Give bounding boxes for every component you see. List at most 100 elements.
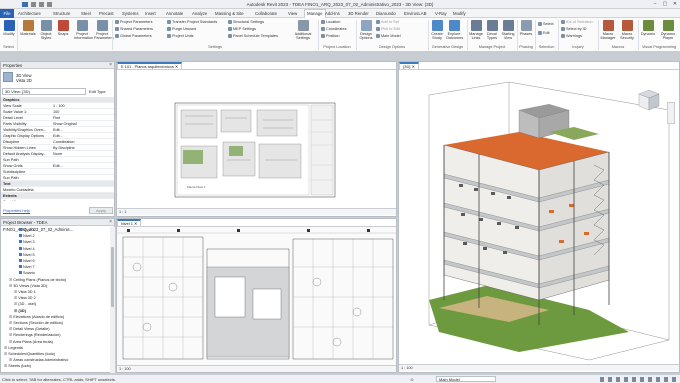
building-3d-model[interactable] bbox=[399, 70, 679, 365]
close-icon[interactable]: ✕ bbox=[672, 1, 678, 7]
browser-tree-item[interactable]: ⊞ 3D Views (Vista 3D) bbox=[9, 283, 47, 289]
browser-tree-item[interactable]: Nivel 2 bbox=[19, 233, 35, 239]
browser-tree-item[interactable]: ⊞ Ceiling Plans (Planos de techo) bbox=[9, 277, 66, 283]
tab-modify[interactable]: Modify bbox=[453, 11, 466, 16]
tab-steel[interactable]: Steel bbox=[81, 11, 91, 16]
tab-architecture[interactable]: Architecture bbox=[18, 11, 41, 16]
project-parameters-button[interactable]: Project Parameters bbox=[94, 20, 114, 40]
tab-analyze[interactable]: Analyze bbox=[192, 11, 207, 16]
project-information-button[interactable]: Project Information bbox=[74, 20, 93, 40]
browser-tree-item[interactable]: Nivel 4 bbox=[19, 246, 35, 252]
tab-systems[interactable]: Systems bbox=[122, 11, 138, 16]
tab-sheet-view[interactable]: E 101 - Planos arquitectónicos ✕ bbox=[117, 62, 183, 69]
tab-view[interactable]: View bbox=[288, 11, 297, 16]
project-parameters-button[interactable]: Project Parameters bbox=[115, 20, 153, 24]
browser-tree-item[interactable]: Nivel 5 bbox=[19, 252, 35, 258]
structural-settings-button[interactable]: Structural Settings bbox=[228, 20, 264, 24]
plan-view-control-bar[interactable]: 1 : 100 bbox=[117, 365, 396, 372]
edit-type-button[interactable]: Edit Type bbox=[89, 88, 115, 95]
modify-button[interactable]: Modify bbox=[1, 20, 17, 36]
browser-tree-item[interactable]: ⊞ Elevations (Alzado de edificio) bbox=[9, 314, 64, 320]
design-options-button[interactable]: Design Options bbox=[358, 20, 374, 40]
explore-outcomes-button[interactable]: Explore Outcomes bbox=[446, 20, 463, 40]
browser-tree-item[interactable]: ⊞ Sheets (todo) bbox=[4, 363, 31, 369]
property-row[interactable]: Crop View bbox=[1, 199, 114, 201]
tab-v-ray[interactable]: V-Ray bbox=[435, 11, 447, 16]
browser-tree-item[interactable]: ⊞ Renderings (Renderización) bbox=[9, 332, 61, 338]
create-study-button[interactable]: Create Study bbox=[429, 20, 445, 40]
select-button[interactable]: Select bbox=[538, 22, 554, 26]
tab-file[interactable]: File bbox=[0, 9, 14, 18]
panel-schedule-templates-button[interactable]: Panel Schedule Templates bbox=[228, 34, 278, 38]
apply-button[interactable]: Apply bbox=[89, 207, 113, 214]
status-selection-icons[interactable] bbox=[600, 377, 676, 382]
browser-tree-item[interactable]: ⊞ Áreas construidas Administrativo bbox=[9, 357, 68, 363]
browser-tree-item[interactable]: ⊞ {3D} bbox=[14, 308, 26, 314]
3d-view-control-bar[interactable]: 1 : 100 bbox=[399, 364, 679, 371]
tab-3d-render[interactable]: 3D Render bbox=[348, 11, 369, 16]
dynamo-button[interactable]: Dynamo bbox=[640, 20, 656, 36]
snaps-button[interactable]: Snaps bbox=[55, 20, 71, 36]
tab-3d-view[interactable]: {3D} ✕ bbox=[399, 62, 419, 69]
sheet-view-control-bar[interactable]: 1 : 1 bbox=[117, 208, 396, 215]
main-model-select[interactable]: Main Model bbox=[376, 34, 401, 38]
additional-settings-button[interactable]: Additional Settings bbox=[292, 20, 314, 40]
browser-tree-item[interactable]: ⊞ Detail Views (Detalle) bbox=[9, 326, 49, 332]
starting-view-button[interactable]: Starting View bbox=[500, 20, 516, 40]
tab-insert[interactable]: Insert bbox=[145, 11, 156, 16]
decal-types-button[interactable]: Decal Types bbox=[484, 20, 500, 40]
tab-massing-site[interactable]: Massing & Site bbox=[215, 11, 244, 16]
mep-settings-button[interactable]: MEP Settings bbox=[228, 27, 256, 31]
design-option-select[interactable]: Main Model bbox=[436, 376, 496, 382]
instance-selector[interactable]: 3D View: {3D} bbox=[2, 88, 86, 95]
pick-to-edit-button[interactable]: Pick to Edit bbox=[376, 27, 400, 31]
coordinates-button[interactable]: Coordinates bbox=[321, 27, 346, 31]
macro-manager-button[interactable]: Macro Manager bbox=[600, 20, 616, 40]
tab-manage[interactable]: Manage bbox=[304, 9, 326, 18]
tab-plan-view[interactable]: Nivel 1 ✕ bbox=[117, 219, 142, 226]
tab-precast[interactable]: Precast bbox=[99, 11, 114, 16]
purge-unused-button[interactable]: Purge Unused bbox=[167, 27, 196, 31]
tab-diaroundo[interactable]: Diaroundo bbox=[376, 11, 396, 16]
browser-tree-item[interactable]: ⊞ Sections (Sección de edificio) bbox=[9, 320, 63, 326]
browser-tree-item[interactable]: Nivel 3 bbox=[19, 239, 35, 245]
browser-tree-item[interactable]: ⊞ Area Plans (Área bruta) bbox=[9, 339, 53, 345]
warnings-button[interactable]: Warnings bbox=[561, 34, 582, 38]
group-select[interactable]: Select bbox=[0, 45, 17, 49]
add-to-set-button[interactable]: Add to Set bbox=[376, 20, 399, 24]
dynamo-player-button[interactable]: Dynamo Player bbox=[658, 20, 678, 40]
tab-add-ins[interactable]: Add-Ins bbox=[325, 11, 340, 16]
browser-tree-item[interactable]: Nivel 7 bbox=[19, 264, 35, 270]
edit-selection-button[interactable]: Edit bbox=[538, 31, 550, 35]
maximize-icon[interactable]: ▢ bbox=[662, 1, 668, 7]
tab-structure[interactable]: Structure bbox=[53, 11, 70, 16]
shared-parameters-button[interactable]: Shared Parameters bbox=[115, 27, 153, 31]
close-icon[interactable]: × bbox=[109, 219, 112, 226]
close-icon[interactable]: × bbox=[109, 62, 112, 69]
browser-tree-item[interactable]: Nivel 6 bbox=[19, 258, 35, 264]
properties-help-link[interactable]: Properties help bbox=[3, 208, 30, 213]
browser-tree-item[interactable]: Nivel 1 bbox=[19, 227, 35, 233]
location-button[interactable]: Location bbox=[321, 20, 340, 24]
tab-collaborate[interactable]: Collaborate bbox=[255, 11, 277, 16]
tab-enviroslab[interactable]: EnvirosLAB bbox=[404, 11, 426, 16]
browser-tree-item[interactable]: ⊞ Schedules/Quantities (todo) bbox=[4, 351, 55, 357]
manage-links-button[interactable]: Manage Links bbox=[468, 20, 484, 40]
tab-annotate[interactable]: Annotate bbox=[166, 11, 183, 16]
transfer-standards-button[interactable]: Transfer Project Standards bbox=[167, 20, 217, 24]
object-styles-button[interactable]: Object Styles bbox=[38, 20, 54, 40]
navigation-bar[interactable] bbox=[667, 102, 675, 124]
ids-of-selection-button[interactable]: IDs of Selection bbox=[561, 20, 593, 24]
project-units-button[interactable]: Project Units bbox=[167, 34, 194, 38]
minimize-icon[interactable]: – bbox=[652, 1, 658, 7]
phases-button[interactable]: Phases bbox=[518, 20, 534, 36]
select-by-id-button[interactable]: Select by ID bbox=[561, 27, 586, 31]
position-button[interactable]: Position bbox=[321, 34, 340, 38]
browser-tree-item[interactable]: Solario bbox=[19, 270, 35, 276]
browser-tree-item[interactable]: ⊞ Legends bbox=[4, 345, 23, 351]
browser-tree-item[interactable]: ⊞ Vista 3D 1 bbox=[14, 289, 36, 295]
browser-scrollbar[interactable] bbox=[110, 227, 115, 373]
materials-button[interactable]: Materials bbox=[20, 20, 36, 36]
macro-security-button[interactable]: Macro Security bbox=[619, 20, 635, 40]
browser-tree-item[interactable]: ⊞ {3D - usel} bbox=[14, 301, 36, 307]
